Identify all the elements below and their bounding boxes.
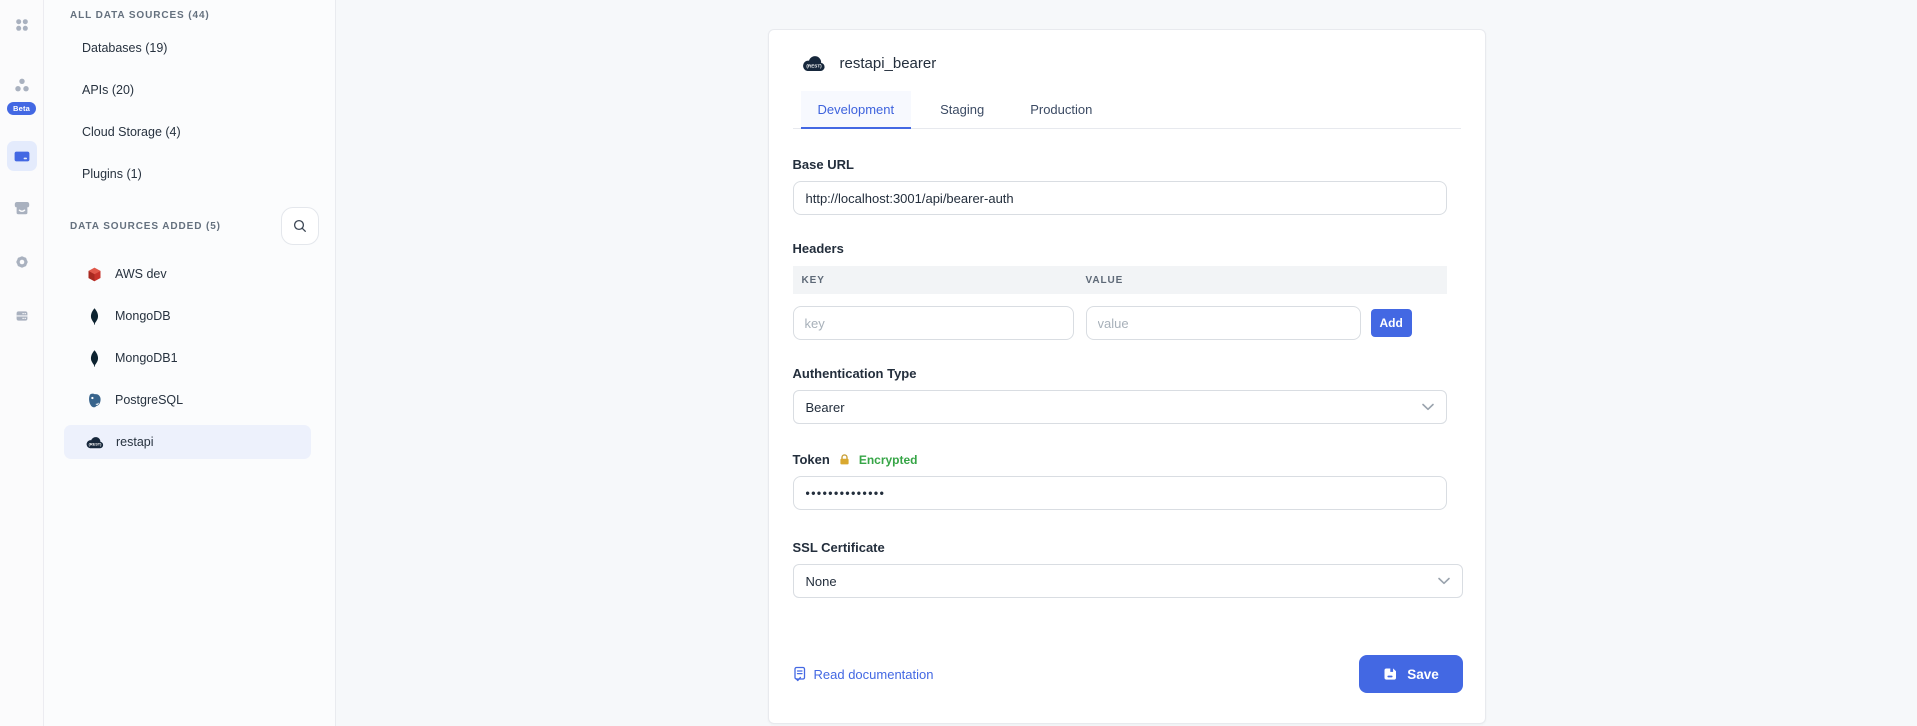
header-key-input[interactable] bbox=[793, 306, 1074, 340]
ssl-certificate-value: None bbox=[806, 574, 837, 589]
list-item-label: MongoDB1 bbox=[115, 351, 178, 365]
key-column-header: KEY bbox=[793, 275, 1086, 286]
ssl-certificate-select[interactable]: None bbox=[793, 564, 1463, 598]
tab-production[interactable]: Production bbox=[1013, 91, 1109, 128]
documentation-icon bbox=[793, 666, 807, 682]
beta-badge: Beta bbox=[7, 102, 36, 115]
settings-gear-icon[interactable] bbox=[7, 247, 37, 277]
value-column-header: VALUE bbox=[1086, 275, 1124, 286]
save-floppy-icon bbox=[1382, 666, 1398, 682]
added-sources-list: AWS dev MongoDB MongoDB1 PostgreSQL bbox=[44, 247, 335, 459]
form-body: Base URL Headers KEY VALUE Add Authentic… bbox=[769, 129, 1485, 723]
svg-text:(REST): (REST) bbox=[806, 64, 822, 69]
sidebar-item-cloud-storage[interactable]: Cloud Storage (4) bbox=[44, 111, 335, 153]
title-row: (REST) restapi_bearer bbox=[793, 54, 1461, 73]
sidebar-item-plugins[interactable]: Plugins (1) bbox=[44, 153, 335, 195]
apps-grid-icon[interactable] bbox=[7, 10, 37, 40]
list-item-restapi[interactable]: (REST) restapi bbox=[64, 425, 311, 459]
svg-text:(REST): (REST) bbox=[89, 442, 102, 446]
list-item-mongodb1[interactable]: MongoDB1 bbox=[64, 341, 311, 375]
workflows-icon[interactable] bbox=[7, 70, 37, 100]
card-footer: Read documentation Save bbox=[793, 655, 1463, 693]
mongodb-icon bbox=[85, 349, 104, 368]
list-item-mongodb[interactable]: MongoDB bbox=[64, 299, 311, 333]
icon-rail: Beta bbox=[0, 0, 44, 726]
base-url-label: Base URL bbox=[793, 157, 1461, 172]
marketplace-icon[interactable] bbox=[7, 193, 37, 223]
main-area: (REST) restapi_bearer Development Stagin… bbox=[336, 0, 1917, 726]
header-value-input[interactable] bbox=[1086, 306, 1361, 340]
card-header: (REST) restapi_bearer Development Stagin… bbox=[769, 30, 1485, 129]
sidebar-item-apis[interactable]: APIs (20) bbox=[44, 69, 335, 111]
auth-type-value: Bearer bbox=[806, 400, 845, 415]
postgresql-icon bbox=[85, 391, 104, 410]
header-entry-row: Add bbox=[793, 306, 1461, 340]
chevron-down-icon bbox=[1422, 403, 1434, 411]
add-header-button[interactable]: Add bbox=[1371, 309, 1412, 337]
read-documentation-label: Read documentation bbox=[814, 667, 934, 682]
headers-label: Headers bbox=[793, 241, 1461, 256]
headers-table-header: KEY VALUE bbox=[793, 266, 1447, 294]
environment-tabs: Development Staging Production bbox=[793, 91, 1461, 129]
all-data-sources-header: ALL DATA SOURCES (44) bbox=[44, 2, 335, 27]
list-item-label: MongoDB bbox=[115, 309, 171, 323]
lock-icon bbox=[838, 453, 851, 466]
page-title: restapi_bearer bbox=[840, 55, 937, 72]
data-sources-icon[interactable] bbox=[7, 141, 37, 171]
sidebar-item-databases[interactable]: Databases (19) bbox=[44, 27, 335, 69]
list-item-label: AWS dev bbox=[115, 267, 167, 281]
data-sources-added-header: DATA SOURCES ADDED (5) bbox=[44, 221, 239, 232]
mongodb-icon bbox=[85, 307, 104, 326]
restapi-icon: (REST) bbox=[85, 435, 105, 450]
ssl-certificate-label: SSL Certificate bbox=[793, 540, 1461, 555]
encrypted-badge: Encrypted bbox=[859, 453, 918, 467]
save-button-label: Save bbox=[1407, 667, 1439, 682]
token-label: Token bbox=[793, 452, 830, 467]
list-item-label: restapi bbox=[116, 435, 154, 449]
sidebar: ALL DATA SOURCES (44) Databases (19) API… bbox=[44, 0, 336, 726]
base-url-input[interactable] bbox=[793, 181, 1447, 215]
list-item-label: PostgreSQL bbox=[115, 393, 183, 407]
datasource-settings-card: (REST) restapi_bearer Development Stagin… bbox=[768, 29, 1486, 724]
read-documentation-link[interactable]: Read documentation bbox=[793, 666, 934, 682]
aws-icon bbox=[85, 265, 104, 284]
save-button[interactable]: Save bbox=[1359, 655, 1463, 693]
auth-type-select[interactable]: Bearer bbox=[793, 390, 1447, 424]
token-input[interactable] bbox=[793, 476, 1447, 510]
added-header-row: DATA SOURCES ADDED (5) bbox=[44, 205, 335, 247]
restapi-icon: (REST) bbox=[801, 54, 827, 73]
search-button[interactable] bbox=[281, 207, 319, 245]
search-icon bbox=[292, 218, 308, 234]
tab-staging[interactable]: Staging bbox=[923, 91, 1001, 128]
auth-type-label: Authentication Type bbox=[793, 366, 1461, 381]
database-server-icon[interactable] bbox=[7, 301, 37, 331]
tab-development[interactable]: Development bbox=[801, 91, 912, 128]
list-item-aws-dev[interactable]: AWS dev bbox=[64, 257, 311, 291]
list-item-postgresql[interactable]: PostgreSQL bbox=[64, 383, 311, 417]
chevron-down-icon bbox=[1438, 577, 1450, 585]
token-label-row: Token Encrypted bbox=[793, 452, 1461, 467]
